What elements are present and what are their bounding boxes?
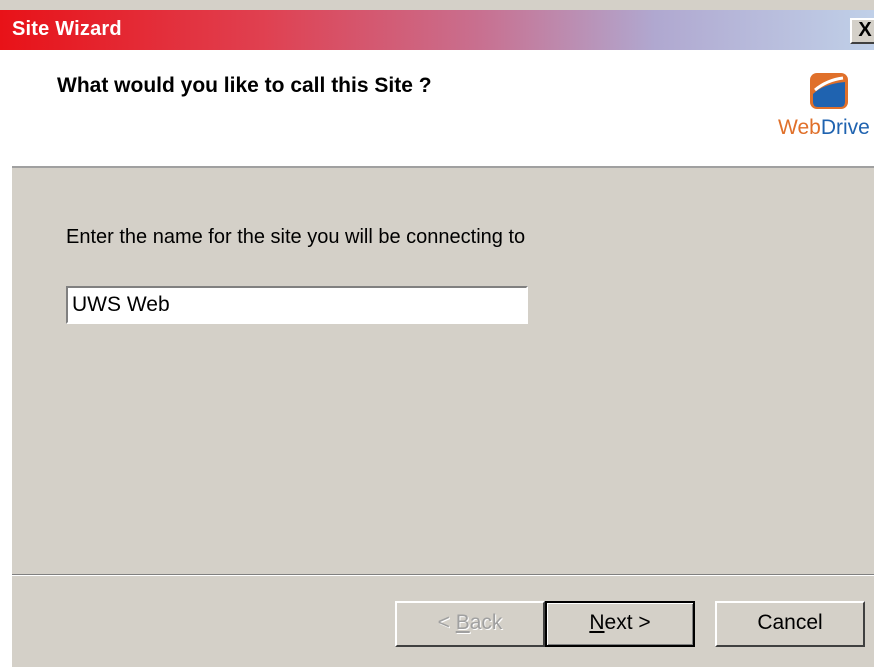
webdrive-logo-icon: [810, 73, 848, 109]
close-icon: X: [858, 19, 872, 41]
back-button-prefix: <: [437, 611, 456, 634]
site-wizard-window: Site Wizard X What would you like to cal…: [0, 0, 874, 667]
site-name-prompt: Enter the name for the site you will be …: [66, 226, 526, 248]
back-button-mnemonic: B: [455, 611, 470, 634]
logo-text-web: Web: [778, 116, 821, 139]
back-button[interactable]: < Back: [395, 601, 545, 647]
title-bar[interactable]: Site Wizard X: [0, 10, 874, 50]
webdrive-logo-text: WebDrive: [778, 116, 870, 140]
wizard-header: What would you like to call this Site ? …: [12, 50, 874, 168]
wizard-body: Enter the name for the site you will be …: [12, 168, 874, 574]
window-left-edge: [0, 50, 12, 667]
next-button-mnemonic: N: [589, 611, 605, 634]
site-name-input[interactable]: [66, 286, 528, 324]
window-title: Site Wizard: [12, 18, 122, 40]
cancel-button[interactable]: Cancel: [715, 601, 865, 647]
logo-text-drive: Drive: [820, 116, 870, 139]
wizard-footer: < Back Next > Cancel: [12, 576, 874, 667]
close-button[interactable]: X: [850, 18, 874, 44]
next-button[interactable]: Next >: [545, 601, 695, 647]
back-button-rest: ack: [469, 611, 503, 634]
page-title: What would you like to call this Site ?: [57, 74, 432, 97]
next-button-rest: ext >: [604, 611, 651, 634]
